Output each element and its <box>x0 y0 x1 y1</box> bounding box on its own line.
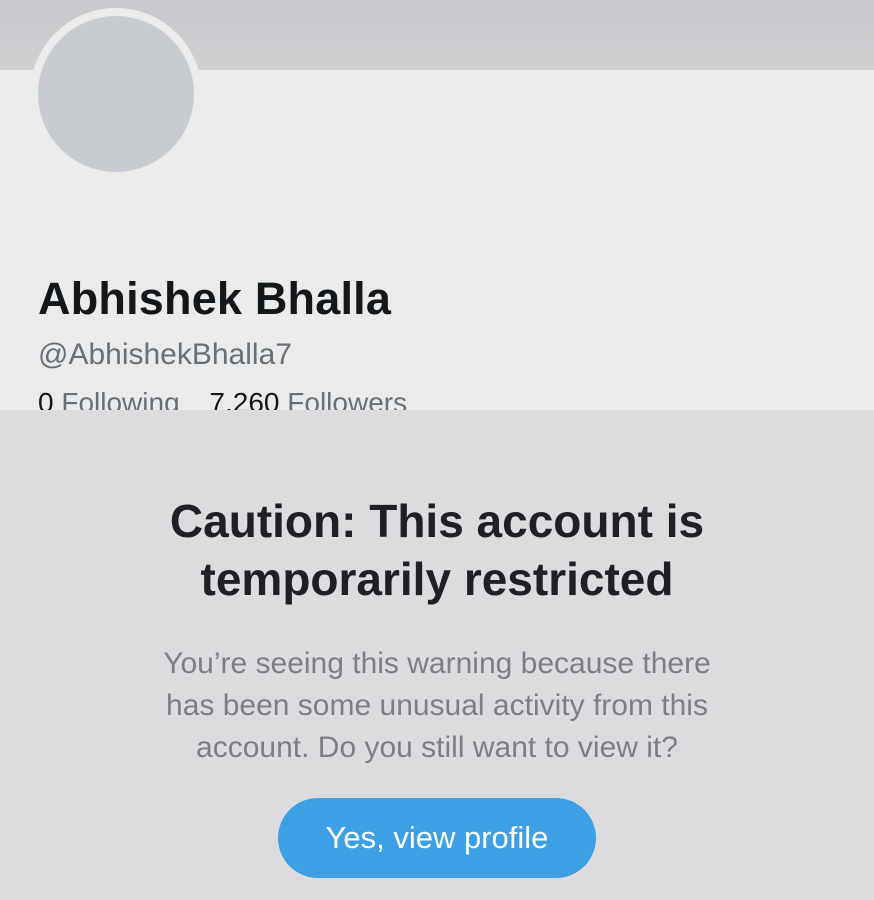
warning-message: You’re seeing this warning because there… <box>97 643 777 769</box>
view-profile-button[interactable]: Yes, view profile <box>278 798 596 878</box>
warning-title: Caution: This account is temporarily res… <box>0 492 874 608</box>
avatar[interactable] <box>30 8 202 180</box>
warning-message-line: You’re seeing this warning because there <box>163 647 711 680</box>
warning-message-line: has been some unusual activity from this <box>166 689 708 722</box>
warning-message-line: account. Do you still want to view it? <box>196 731 678 764</box>
profile-handle: @AbhishekBhalla7 <box>38 338 292 371</box>
warning-title-line: Caution: This account is <box>169 495 705 547</box>
warning-title-line: temporarily restricted <box>200 553 674 605</box>
profile-page: Abhishek Bhalla @AbhishekBhalla7 0 Follo… <box>0 0 874 900</box>
restriction-warning-panel: Caution: This account is temporarily res… <box>0 410 874 900</box>
avatar-placeholder <box>38 16 194 172</box>
display-name: Abhishek Bhalla <box>38 273 392 324</box>
